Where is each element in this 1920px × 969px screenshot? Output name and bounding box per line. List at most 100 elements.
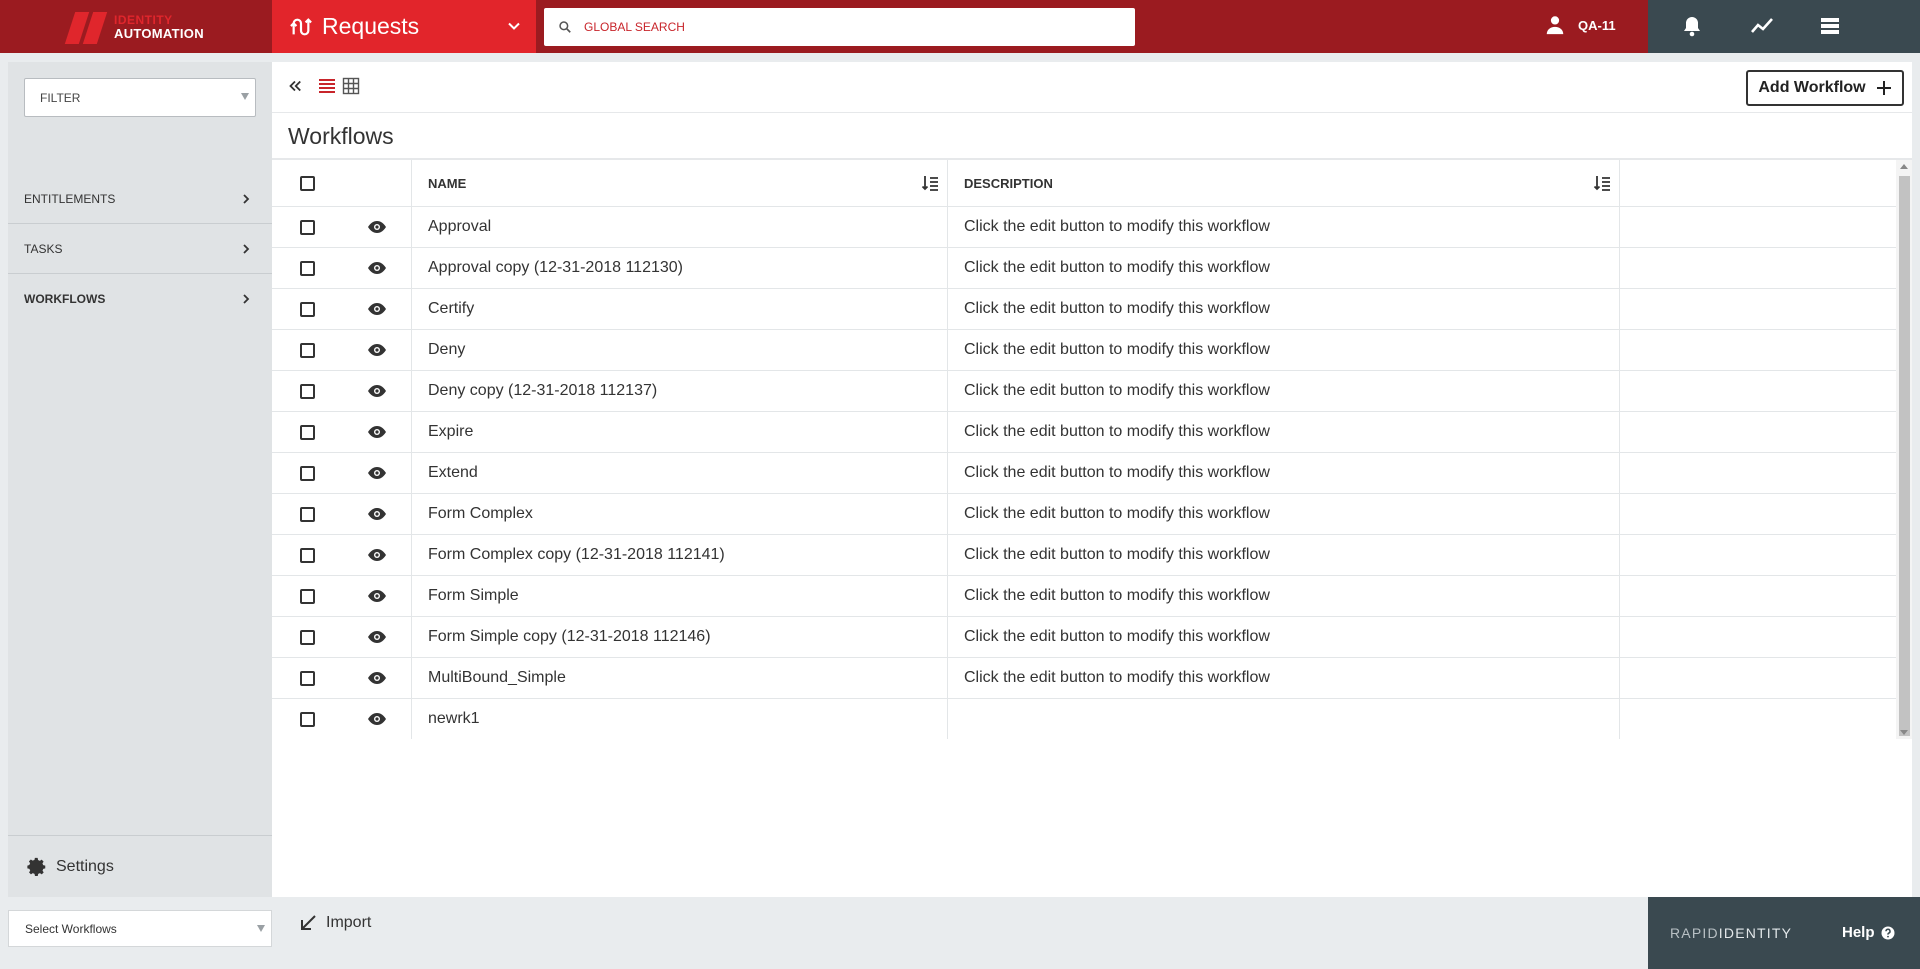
table-row[interactable]: Deny Click the edit button to modify this… [272, 330, 1896, 371]
table-scrollbar[interactable] [1896, 160, 1912, 739]
sidebar-item-entitlements[interactable]: ENTITLEMENTS [8, 174, 272, 224]
brand-wordmark: RAPIDIDENTITY [1670, 925, 1793, 941]
table-row[interactable]: Form Complex copy (12-31-2018 112141) Cli… [272, 535, 1896, 576]
scroll-up-icon[interactable] [1900, 164, 1908, 169]
sidebar-item-label: ENTITLEMENTS [24, 191, 116, 206]
eye-icon[interactable] [367, 712, 387, 726]
eye-icon[interactable] [367, 343, 387, 357]
logo-mark-icon [64, 10, 110, 44]
row-checkbox[interactable] [299, 711, 315, 727]
table-row[interactable]: Extend Click the edit button to modify th… [272, 453, 1896, 494]
row-checkbox[interactable] [299, 219, 315, 235]
eye-icon[interactable] [367, 671, 387, 685]
table-row[interactable]: MultiBound_Simple Click the edit button t… [272, 658, 1896, 699]
list-view-icon[interactable] [318, 77, 336, 95]
toolbar: Add Workflow [272, 62, 1912, 112]
sidebar-item-workflows[interactable]: WORKFLOWS [8, 274, 272, 324]
cell-name: Certify [412, 289, 948, 329]
row-checkbox[interactable] [299, 465, 315, 481]
cell-name: newrk1 [412, 699, 948, 739]
select-workflows-dropdown[interactable]: Select Workflows [8, 910, 272, 947]
settings-link[interactable]: Settings [8, 835, 272, 897]
cell-name: Expire [412, 412, 948, 452]
cell-description: Click the edit button to modify this wor… [948, 535, 1620, 575]
list-menu-icon[interactable] [1818, 14, 1842, 38]
row-checkbox[interactable] [299, 301, 315, 317]
eye-icon[interactable] [367, 589, 387, 603]
add-workflow-button[interactable]: Add Workflow [1746, 70, 1904, 106]
eye-icon[interactable] [367, 261, 387, 275]
cell-name: Form Simple copy (12-31-2018 112146) [412, 617, 948, 657]
divider [272, 112, 1912, 113]
grid-view-icon[interactable] [342, 77, 360, 95]
table-row[interactable]: Form Complex Click the edit button to mod… [272, 494, 1896, 535]
caret-down-icon [257, 925, 265, 932]
sidebar-item-label: WORKFLOWS [24, 292, 106, 306]
table-row[interactable]: Approval copy (12-31-2018 112130) Click t… [272, 248, 1896, 289]
cell-description: Click the edit button to modify this wor… [948, 453, 1620, 493]
help-label: Help [1842, 924, 1875, 941]
logo[interactable]: IDENTITY AUTOMATION [0, 0, 272, 53]
table-row[interactable]: Certify Click the edit button to modify t… [272, 289, 1896, 330]
row-checkbox[interactable] [299, 588, 315, 604]
eye-icon[interactable] [367, 384, 387, 398]
page-title: Workflows [288, 123, 394, 149]
scroll-thumb[interactable] [1899, 176, 1910, 736]
cell-name: Form Complex copy (12-31-2018 112141) [412, 535, 948, 575]
sort-icon[interactable] [921, 174, 939, 192]
sidebar-item-tasks[interactable]: TASKS [8, 224, 272, 274]
row-checkbox[interactable] [299, 424, 315, 440]
search-input[interactable] [584, 20, 1124, 34]
cell-name: MultiBound_Simple [412, 658, 948, 698]
column-header-description[interactable]: DESCRIPTION [948, 160, 1620, 206]
trend-icon[interactable] [1750, 14, 1774, 38]
row-checkbox[interactable] [299, 260, 315, 276]
eye-icon[interactable] [367, 630, 387, 644]
double-chevron-left-icon[interactable] [286, 77, 304, 95]
table-row[interactable]: Form Simple copy (12-31-2018 112146) Clic… [272, 617, 1896, 658]
table-row[interactable]: Form Simple Click the edit button to modi… [272, 576, 1896, 617]
table-row[interactable]: Deny copy (12-31-2018 112137) Click the e… [272, 371, 1896, 412]
workflow-icon [290, 17, 312, 35]
select-workflows-label: Select Workflows [25, 921, 117, 936]
global-search [544, 8, 1135, 46]
row-checkbox[interactable] [299, 629, 315, 645]
table-row[interactable]: newrk1 [272, 699, 1896, 739]
eye-icon[interactable] [367, 425, 387, 439]
row-checkbox[interactable] [299, 506, 315, 522]
row-checkbox[interactable] [299, 547, 315, 563]
cell-name: Deny copy (12-31-2018 112137) [412, 371, 948, 411]
user-menu[interactable]: QA-11 [1544, 14, 1616, 36]
table-row[interactable]: Expire Click the edit button to modify th… [272, 412, 1896, 453]
eye-icon[interactable] [367, 507, 387, 521]
row-checkbox[interactable] [299, 383, 315, 399]
scroll-down-icon[interactable] [1900, 730, 1908, 735]
column-header-name[interactable]: NAME [412, 160, 948, 206]
eye-icon[interactable] [367, 220, 387, 234]
eye-icon[interactable] [367, 302, 387, 316]
sidebar: FILTER ENTITLEMENTS TASKS WORKFLOWS Sett… [8, 62, 272, 897]
chevron-right-icon [243, 193, 250, 204]
row-checkbox[interactable] [299, 670, 315, 686]
chevron-down-icon[interactable] [504, 16, 524, 36]
top-right-panel [1648, 0, 1920, 53]
table-row[interactable]: Approval Click the edit button to modify … [272, 207, 1896, 248]
module-title: Requests [322, 13, 420, 39]
cell-name: Form Complex [412, 494, 948, 534]
help-link[interactable]: Help [1842, 924, 1895, 941]
cell-description: Click the edit button to modify this wor… [948, 494, 1620, 534]
add-workflow-label: Add Workflow [1758, 79, 1866, 96]
table-header-row: NAME DESCRIPTION [272, 160, 1896, 207]
sort-icon[interactable] [1593, 174, 1611, 192]
select-all-checkbox[interactable] [299, 175, 315, 191]
import-button[interactable]: Import [298, 913, 371, 933]
bell-icon[interactable] [1680, 14, 1704, 38]
cell-description: Click the edit button to modify this wor… [948, 207, 1620, 247]
eye-icon[interactable] [367, 548, 387, 562]
filter-select[interactable]: FILTER [24, 78, 256, 117]
sidebar-item-label: TASKS [24, 241, 63, 256]
row-checkbox[interactable] [299, 342, 315, 358]
module-switcher[interactable]: Requests [272, 0, 536, 53]
eye-icon[interactable] [367, 466, 387, 480]
top-bar: IDENTITY AUTOMATION Requests QA-11 [0, 0, 1920, 53]
